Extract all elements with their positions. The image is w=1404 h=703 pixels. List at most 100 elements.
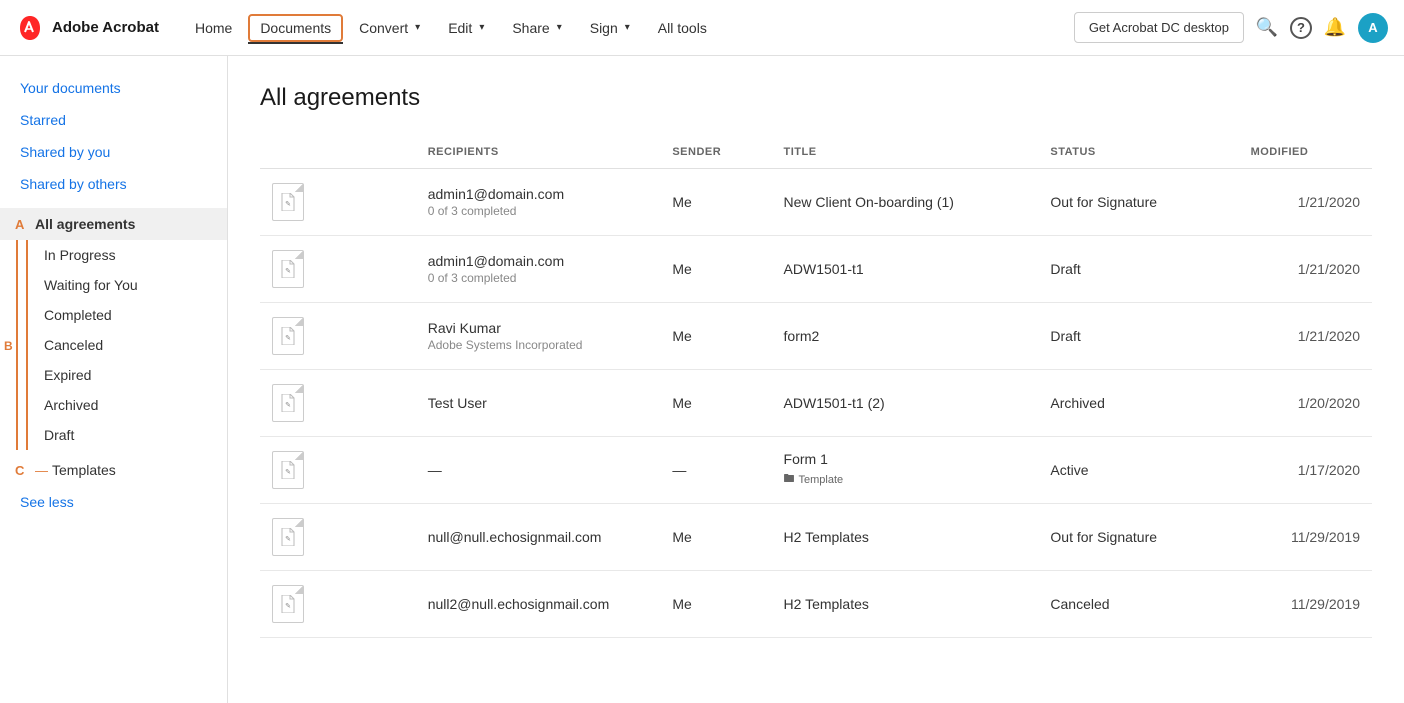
sender-cell: — [660, 437, 771, 504]
share-chevron: ▾ [557, 22, 562, 33]
table-row[interactable]: ✎ Test UserMeADW1501-t1 (2)Archived1/20/… [260, 370, 1372, 437]
table-row[interactable]: ✎ null2@null.echosignmail.comMeH2 Templa… [260, 571, 1372, 638]
status-cell: Archived [1038, 370, 1238, 437]
search-icon[interactable]: 🔍 [1256, 17, 1278, 39]
nav-right: Get Acrobat DC desktop 🔍 ? 🔔 A [1074, 12, 1388, 43]
title-cell: H2 Templates [772, 504, 1039, 571]
recipient-cell: null@null.echosignmail.com [416, 504, 661, 571]
table-row[interactable]: ✎ ——Form 1🖿 TemplateActive1/17/2020 [260, 437, 1372, 504]
modified-cell: 1/17/2020 [1239, 437, 1372, 504]
template-badge: 🖿 Template [784, 470, 844, 489]
table-row[interactable]: ✎ null@null.echosignmail.comMeH2 Templat… [260, 504, 1372, 571]
doc-icon-cell: ✎ [260, 236, 416, 303]
doc-icon-cell: ✎ [260, 571, 416, 638]
sidebar-templates-label: Templates [52, 462, 116, 478]
doc-icon-cell: ✎ [260, 504, 416, 571]
sidebar-all-agreements[interactable]: A All agreements [0, 208, 227, 240]
sidebar-section-b-group: B Canceled Expired Archived Draft [16, 330, 227, 450]
sidebar-shared-by-you[interactable]: Shared by you [0, 136, 227, 168]
doc-icon-svg: ✎ [280, 260, 296, 278]
layout: Your documents Starred Shared by you Sha… [0, 56, 1404, 703]
edit-chevron: ▾ [479, 22, 484, 33]
table-row[interactable]: ✎ Ravi KumarAdobe Systems IncorporatedMe… [260, 303, 1372, 370]
main-content: All agreements RECIPIENTS SENDER TITLE S… [228, 56, 1404, 703]
acrobat-logo-icon [16, 14, 44, 42]
table-row[interactable]: ✎ admin1@domain.com0 of 3 completedMeNew… [260, 169, 1372, 236]
col-header-title: TITLE [772, 136, 1039, 169]
sidebar-archived[interactable]: Archived [26, 390, 227, 420]
doc-icon: ✎ [272, 183, 304, 221]
doc-icon-cell: ✎ [260, 437, 416, 504]
sidebar-section-c-dash: — [35, 463, 48, 478]
col-header-status: STATUS [1038, 136, 1238, 169]
agreements-table: RECIPIENTS SENDER TITLE STATUS MODIFIED … [260, 136, 1372, 638]
recipient-name: admin1@domain.com [428, 253, 649, 269]
col-header-recipients: RECIPIENTS [416, 136, 661, 169]
sidebar-section-a-letter: A [15, 217, 31, 232]
sidebar-section-c-letter: C [15, 463, 31, 478]
modified-cell: 11/29/2019 [1239, 571, 1372, 638]
nav-documents[interactable]: Documents [248, 14, 343, 42]
sidebar-in-progress[interactable]: In Progress [26, 240, 227, 270]
recipient-cell: — [416, 437, 661, 504]
doc-icon: ✎ [272, 317, 304, 355]
doc-icon: ✎ [272, 384, 304, 422]
svg-text:✎: ✎ [285, 536, 291, 543]
recipient-name: null2@null.echosignmail.com [428, 596, 649, 612]
sidebar-templates-section[interactable]: C — Templates [0, 454, 227, 486]
nav-all-tools[interactable]: All tools [646, 14, 719, 42]
nav-share[interactable]: Share ▾ [500, 14, 573, 42]
modified-cell: 1/21/2020 [1239, 236, 1372, 303]
avatar[interactable]: A [1358, 13, 1388, 43]
recipient-cell: Ravi KumarAdobe Systems Incorporated [416, 303, 661, 370]
convert-chevron: ▾ [415, 22, 420, 33]
get-acrobat-button[interactable]: Get Acrobat DC desktop [1074, 12, 1244, 43]
modified-cell: 11/29/2019 [1239, 504, 1372, 571]
sender-cell: Me [660, 169, 771, 236]
table-header: RECIPIENTS SENDER TITLE STATUS MODIFIED [260, 136, 1372, 169]
agreement-title: H2 Templates [784, 529, 1027, 545]
recipient-cell: Test User [416, 370, 661, 437]
doc-icon-svg: ✎ [280, 528, 296, 546]
sidebar-shared-by-others[interactable]: Shared by others [0, 168, 227, 200]
sender-cell: Me [660, 571, 771, 638]
logo-area[interactable]: Adobe Acrobat [16, 14, 159, 42]
doc-icon-cell: ✎ [260, 370, 416, 437]
sidebar-see-less[interactable]: See less [0, 486, 227, 518]
svg-text:✎: ✎ [285, 603, 291, 610]
sender-cell: Me [660, 236, 771, 303]
sidebar-completed[interactable]: Completed [26, 300, 227, 330]
sign-chevron: ▾ [625, 22, 630, 33]
sidebar-expired[interactable]: Expired [26, 360, 227, 390]
sidebar-waiting-for-you[interactable]: Waiting for You [26, 270, 227, 300]
template-icon: 🖿 [784, 470, 795, 489]
status-cell: Canceled [1038, 571, 1238, 638]
modified-cell: 1/21/2020 [1239, 303, 1372, 370]
title-cell: Form 1 🖿 Template [772, 437, 1039, 504]
svg-text:✎: ✎ [285, 335, 291, 342]
doc-icon: ✎ [272, 518, 304, 556]
agreement-title: Form 1 [784, 451, 1027, 467]
table-row[interactable]: ✎ admin1@domain.com0 of 3 completedMeADW… [260, 236, 1372, 303]
nav-sign[interactable]: Sign ▾ [578, 14, 642, 42]
sender-cell: Me [660, 370, 771, 437]
sidebar-your-documents[interactable]: Your documents [0, 72, 227, 104]
nav-home[interactable]: Home [183, 14, 244, 42]
recipient-cell: null2@null.echosignmail.com [416, 571, 661, 638]
recipient-cell: admin1@domain.com0 of 3 completed [416, 236, 661, 303]
svg-text:✎: ✎ [285, 469, 291, 476]
doc-icon: ✎ [272, 585, 304, 623]
sidebar-canceled[interactable]: Canceled [26, 330, 227, 360]
doc-icon-svg: ✎ [280, 461, 296, 479]
notifications-icon[interactable]: 🔔 [1324, 17, 1346, 39]
title-cell: ADW1501-t1 [772, 236, 1039, 303]
sender-cell: Me [660, 303, 771, 370]
sidebar-section-b-label: B [4, 330, 13, 362]
sidebar-draft[interactable]: Draft [26, 420, 227, 450]
nav-edit[interactable]: Edit ▾ [436, 14, 496, 42]
recipient-sub: Adobe Systems Incorporated [428, 338, 649, 352]
nav-convert[interactable]: Convert ▾ [347, 14, 432, 42]
sidebar-starred[interactable]: Starred [0, 104, 227, 136]
col-header-icon [260, 136, 416, 169]
help-icon[interactable]: ? [1290, 17, 1312, 39]
